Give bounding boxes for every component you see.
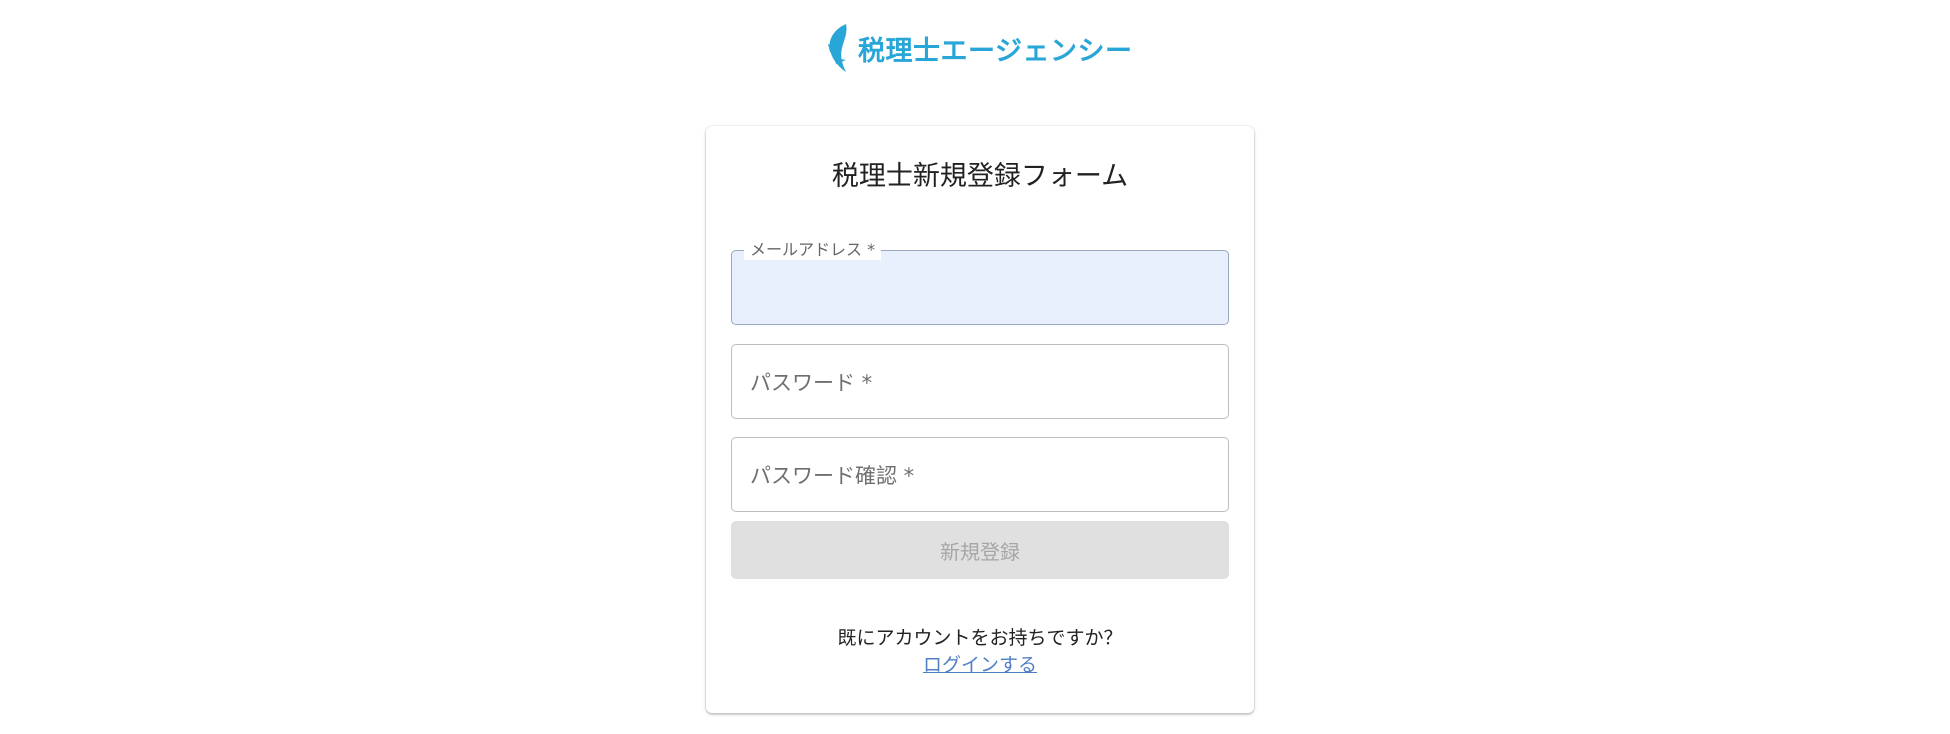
register-button[interactable]: 新規登録 xyxy=(731,521,1229,579)
email-label: メールアドレス * xyxy=(744,240,882,260)
logo-text: 税理士エージェンシー xyxy=(858,35,1133,67)
email-field: メールアドレス * xyxy=(731,240,1229,325)
password-confirm-input[interactable] xyxy=(732,438,1228,511)
registration-card: 税理士新規登録フォーム メールアドレス * パスワード * パスワード確認 * … xyxy=(706,126,1254,713)
form-title: 税理士新規登録フォーム xyxy=(831,161,1129,192)
login-link-wrapper: ログインする xyxy=(706,650,1254,677)
password-field: パスワード * xyxy=(731,344,1229,419)
login-link[interactable]: ログインする xyxy=(923,654,1037,676)
email-input[interactable] xyxy=(732,251,1228,324)
brand-logo: 税理士エージェンシー xyxy=(822,22,1132,74)
password-input[interactable] xyxy=(732,345,1228,418)
password-confirm-field: パスワード確認 * xyxy=(731,437,1229,512)
existing-account-text: 既にアカウントをお持ちですか？ xyxy=(837,627,1123,649)
logo-crescent-icon xyxy=(828,24,847,72)
